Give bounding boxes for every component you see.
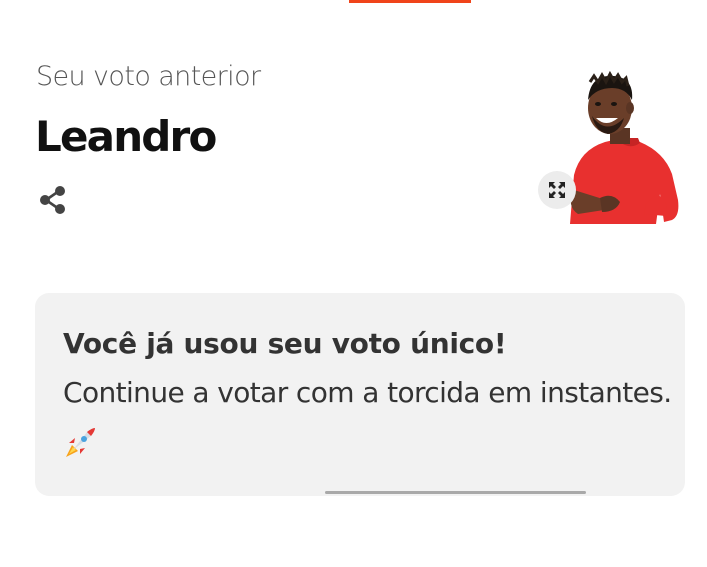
participant-photo [560,70,682,224]
voted-participant-name: Leandro [35,112,217,161]
notice-message: Continue a votar com a torcida em instan… [63,376,672,409]
expand-icon [549,182,565,198]
notice-title: Você já usou seu voto único! [63,327,507,360]
share-button[interactable] [36,183,70,217]
vote-used-notice-card: Você já usou seu voto único! Continue a … [35,293,685,496]
rocket-icon [63,426,97,460]
previous-vote-label: Seu voto anterior [36,61,261,92]
countdown-progress-fill [325,491,586,494]
share-icon [40,186,65,214]
countdown-progress-track [325,491,586,494]
expand-photo-button[interactable] [538,171,576,209]
active-tab-indicator [349,0,471,3]
vote-result-page: Seu voto anterior Leandro Você já usou s… [0,0,707,567]
